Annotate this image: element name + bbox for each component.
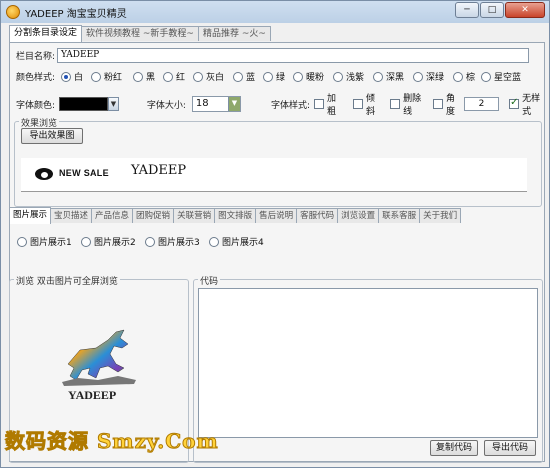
- column-name-input[interactable]: YADEEP: [57, 48, 530, 63]
- bold-checkbox[interactable]: [314, 99, 325, 109]
- color-option-starblue[interactable]: 星空蓝: [481, 70, 525, 83]
- font-size-select[interactable]: 18 ▼: [191, 96, 241, 112]
- tab-service-code[interactable]: 客服代码: [296, 208, 339, 223]
- radio-lightpurple[interactable]: [333, 71, 344, 82]
- no-style-option[interactable]: 无样式: [509, 91, 544, 117]
- radio-deepgreen[interactable]: [413, 71, 424, 82]
- tab-contact-service[interactable]: 联系客服: [378, 208, 421, 223]
- watermark-text: 数码资源 Smzy.Com: [5, 429, 219, 454]
- tab-image-display[interactable]: 图片展示: [9, 207, 52, 224]
- color-option-warmpink[interactable]: 暖粉: [293, 70, 333, 83]
- color-style-label: 颜色样式:: [16, 73, 56, 83]
- radio-black[interactable]: [133, 71, 144, 82]
- tab-recommended[interactable]: 精品推荐 ~火~: [197, 26, 271, 41]
- title-bar[interactable]: YADEEP 淘宝宝贝精灵 ─ □ ✕: [1, 1, 549, 23]
- export-preview-button[interactable]: 导出效果图: [21, 128, 83, 144]
- preview-group: 效果浏览 导出效果图 NEW SALE YADEEP: [14, 116, 542, 207]
- tab-related-marketing[interactable]: 关联营销: [173, 208, 216, 223]
- tab-video-tutorial[interactable]: 软件视频教程 ~新手教程~: [81, 26, 199, 41]
- font-color-label: 字体颜色:: [16, 100, 56, 111]
- color-option-pink[interactable]: 粉红: [91, 70, 133, 83]
- chevron-down-icon[interactable]: ▼: [227, 97, 240, 111]
- color-option-deepgreen[interactable]: 深绿: [413, 70, 453, 83]
- color-option-green[interactable]: 绿: [263, 70, 293, 83]
- tab-browse-settings[interactable]: 浏览设置: [337, 208, 380, 223]
- color-option-lightpurple[interactable]: 浅紫: [333, 70, 373, 83]
- radio-deepblack[interactable]: [373, 71, 384, 82]
- column-name-label: 栏目名称:: [16, 52, 56, 62]
- font-style-label: 字体样式:: [270, 100, 311, 111]
- tab-item-description[interactable]: 宝贝描述: [50, 208, 93, 223]
- color-option-greywhite[interactable]: 灰白: [193, 70, 233, 83]
- tab-about-us[interactable]: 关于我们: [419, 208, 462, 223]
- window-title: YADEEP 淘宝宝贝精灵: [25, 9, 127, 20]
- close-button[interactable]: ✕: [505, 2, 545, 18]
- banner-brand-text: YADEEP: [131, 163, 187, 178]
- radio-green[interactable]: [263, 71, 274, 82]
- display-radio-1[interactable]: [17, 236, 27, 247]
- radio-starblue[interactable]: [481, 71, 492, 82]
- font-color-picker[interactable]: [59, 97, 109, 111]
- style-bold-option[interactable]: 加粗: [314, 91, 341, 117]
- display-option-2[interactable]: 图片展示2: [81, 235, 145, 248]
- no-style-checkbox[interactable]: [509, 97, 520, 109]
- tab-layout[interactable]: 图文排版: [214, 208, 257, 223]
- color-option-blue[interactable]: 蓝: [233, 70, 263, 83]
- display-option-1[interactable]: 图片展示1: [17, 235, 81, 248]
- radio-pink[interactable]: [91, 71, 102, 82]
- color-option-brown[interactable]: 棕: [453, 70, 481, 83]
- preview-banner: NEW SALE YADEEP: [21, 158, 527, 192]
- tab-product-info[interactable]: 产品信息: [91, 208, 134, 223]
- radio-red[interactable]: [163, 71, 174, 82]
- code-group: 代码 复制代码 导出代码: [193, 274, 543, 463]
- style-strike-option[interactable]: 删除线: [390, 91, 425, 117]
- font-size-value: 18: [195, 98, 209, 109]
- app-icon: [6, 5, 20, 19]
- export-code-button[interactable]: 导出代码: [484, 440, 536, 456]
- color-option-deepblack[interactable]: 深黑: [373, 70, 413, 83]
- style-italic-option[interactable]: 倾斜: [353, 91, 380, 117]
- display-option-3[interactable]: 图片展示3: [145, 235, 209, 248]
- radio-white[interactable]: [61, 71, 72, 82]
- color-option-red[interactable]: 红: [163, 70, 193, 83]
- sale-text: NEW SALE: [59, 168, 109, 178]
- code-group-title: 代码: [198, 274, 221, 287]
- tab-divider-settings[interactable]: 分割条目录设定: [9, 25, 83, 42]
- browse-group-title: 浏览 双击图片可全屏浏览: [14, 274, 120, 287]
- sale-logo-icon: [35, 168, 53, 180]
- angle-checkbox[interactable]: [432, 99, 443, 109]
- logo-text: YADEEP: [68, 388, 117, 402]
- display-radio-2[interactable]: [81, 236, 91, 247]
- radio-blue[interactable]: [233, 71, 244, 82]
- minimize-button[interactable]: ─: [455, 2, 479, 18]
- italic-checkbox[interactable]: [353, 99, 364, 109]
- top-tab-bar: 分割条目录设定 软件视频教程 ~新手教程~ 精品推荐 ~火~: [9, 25, 271, 42]
- strikethrough-checkbox[interactable]: [390, 99, 401, 109]
- content-tab-bar: 图片展示 宝贝描述 产品信息 团购促销 关联营销 图文排版 售后说明 客服代码 …: [9, 207, 462, 225]
- display-radio-3[interactable]: [145, 236, 155, 247]
- font-color-dropdown-icon[interactable]: ▼: [108, 97, 119, 111]
- tab-after-sales[interactable]: 售后说明: [255, 208, 298, 223]
- copy-code-button[interactable]: 复制代码: [430, 440, 478, 456]
- angle-input[interactable]: 2: [463, 97, 500, 111]
- radio-warmpink[interactable]: [293, 71, 304, 82]
- display-radio-4[interactable]: [209, 236, 219, 247]
- radio-brown[interactable]: [453, 71, 464, 82]
- code-textarea[interactable]: [198, 288, 538, 438]
- font-color-swatch: [60, 98, 108, 110]
- radio-greywhite[interactable]: [193, 71, 204, 82]
- font-size-label: 字体大小:: [146, 100, 186, 111]
- display-option-4[interactable]: 图片展示4: [209, 235, 273, 248]
- color-option-white[interactable]: 白: [61, 70, 91, 83]
- main-window: YADEEP 淘宝宝贝精灵 ─ □ ✕ 分割条目录设定 软件视频教程 ~新手教程…: [0, 0, 550, 468]
- style-angle-option[interactable]: 角度: [432, 91, 460, 117]
- brand-logo-image[interactable]: YADEEP: [58, 324, 142, 404]
- tab-group-promo[interactable]: 团购促销: [132, 208, 175, 223]
- color-option-black[interactable]: 黑: [133, 70, 163, 83]
- maximize-button[interactable]: □: [480, 2, 504, 18]
